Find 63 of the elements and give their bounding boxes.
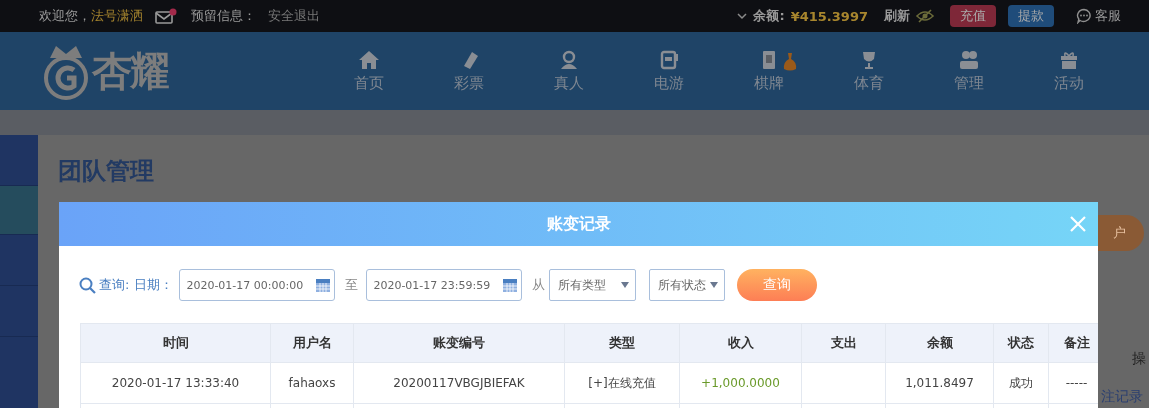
dropdown-arrow-icon	[621, 282, 630, 288]
withdraw-button[interactable]: 提款	[1008, 5, 1054, 27]
column-header: 用户名	[270, 323, 354, 363]
calendar-icon[interactable]	[502, 277, 519, 293]
mail-icon[interactable]	[155, 8, 177, 24]
chat-icon[interactable]	[1076, 8, 1092, 24]
dealer-icon	[558, 49, 580, 70]
nav-item[interactable]: 彩票	[419, 49, 519, 93]
logout-link[interactable]: 安全退出	[268, 7, 320, 25]
deposit-button[interactable]: 充值	[950, 5, 996, 27]
nav-item[interactable]: 真人	[519, 49, 619, 93]
nav-item[interactable]: 首页	[319, 49, 419, 93]
column-header: 账变编号	[353, 323, 565, 363]
from-label: 从	[532, 276, 546, 294]
table-cell: 20200117VBGJBIEFAK	[353, 362, 565, 404]
date-label: 日期：	[134, 276, 174, 294]
nav-item[interactable]: 活动	[1019, 49, 1119, 93]
query-label: 查询:	[99, 276, 130, 294]
eye-slash-icon[interactable]	[916, 9, 934, 23]
end-date-field[interactable]: 2020-01-17 23:59:59	[366, 269, 523, 301]
refresh-link[interactable]: 刷新	[884, 7, 910, 25]
gift-icon	[1058, 49, 1080, 70]
column-header: 操	[1132, 350, 1146, 368]
nav-item[interactable]: 电游	[619, 49, 719, 93]
column-header: 余额	[885, 323, 994, 363]
dropdown-arrow-icon	[710, 282, 719, 288]
search-icon	[79, 276, 96, 294]
table-cell: +1,000.0000	[679, 362, 802, 404]
coin-bag-icon	[783, 51, 797, 72]
table-cell: [+]在线充值	[564, 362, 680, 404]
column-header: 收入	[679, 323, 802, 363]
table-cell: 成功	[993, 362, 1049, 404]
type-select[interactable]: 所有类型	[549, 269, 637, 301]
chevron-down-icon[interactable]	[737, 12, 748, 20]
username[interactable]: 法号潇洒	[91, 7, 143, 25]
calendar-icon[interactable]	[315, 277, 332, 293]
support-link[interactable]: 客服	[1095, 7, 1121, 25]
column-header: 时间	[80, 323, 271, 363]
slot-icon	[658, 49, 680, 70]
balance-amount: ¥415.3997	[790, 8, 868, 24]
welcome-text: 欢迎您，	[39, 7, 91, 25]
table-cell: 1,011.8497	[885, 362, 994, 404]
column-header: 支出	[801, 323, 886, 363]
table-cell: 2020-01-17 13:33:40	[80, 362, 271, 404]
table-cell: fahaoxs	[270, 362, 354, 404]
start-date-field[interactable]: 2020-01-17 00:00:00	[179, 269, 336, 301]
logo-text[interactable]: 杏耀	[92, 43, 168, 99]
nav-item[interactable]: 棋牌	[719, 49, 819, 93]
nav-item[interactable]: 体育	[819, 49, 919, 93]
bet-record-link[interactable]: 注记录	[1101, 388, 1143, 406]
to-label: 至	[345, 276, 359, 294]
status-select[interactable]: 所有状态	[649, 269, 726, 301]
reserved-info-label: 预留信息：	[191, 7, 256, 25]
query-button[interactable]: 查询	[737, 269, 818, 301]
home-icon	[358, 49, 380, 70]
column-header: 备注	[1048, 323, 1098, 363]
balance-label: 余额:	[753, 7, 785, 25]
nav-item[interactable]: 管理	[919, 49, 1019, 93]
page-title: 团队管理	[58, 156, 155, 187]
column-header: 类型	[564, 323, 680, 363]
dialog-title: 账变记录	[546, 213, 611, 235]
people-icon	[958, 49, 980, 70]
column-header: 状态	[993, 323, 1049, 363]
